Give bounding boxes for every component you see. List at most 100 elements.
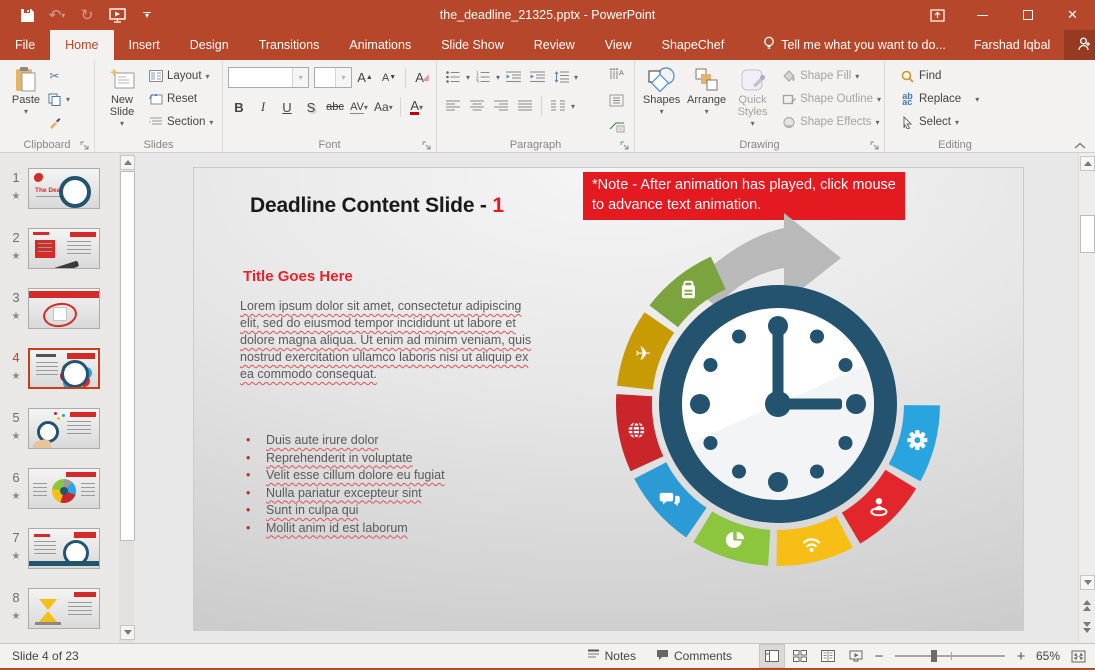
share-button[interactable]: Share — [1064, 30, 1095, 60]
section-button[interactable]: Section▾ — [148, 112, 213, 132]
slide-thumbnail-5[interactable] — [28, 408, 100, 449]
tab-transitions[interactable]: Transitions — [244, 30, 335, 60]
clipboard-dialog-launcher[interactable] — [80, 139, 91, 150]
text-shadow-button[interactable]: S — [300, 97, 322, 117]
align-text-button[interactable] — [606, 90, 628, 110]
decrease-indent-button[interactable] — [502, 67, 524, 87]
convert-to-smartart-button[interactable] — [606, 116, 628, 136]
slide-indicator[interactable]: Slide 4 of 23 — [12, 644, 79, 668]
notes-button[interactable]: Notes — [578, 644, 645, 668]
collapse-ribbon-button[interactable] — [1074, 137, 1085, 148]
new-slide-button[interactable]: New Slide ▾ — [100, 64, 144, 138]
tell-me-box[interactable]: Tell me what you want to do... — [749, 30, 960, 60]
drawing-dialog-launcher[interactable] — [870, 139, 881, 150]
ribbon-display-options-icon[interactable] — [915, 0, 960, 30]
shapes-button[interactable]: Shapes ▾ — [640, 64, 683, 138]
font-color-button[interactable]: A▾ — [406, 97, 428, 117]
increase-font-size-button[interactable]: A▲ — [354, 68, 376, 88]
copy-button[interactable]: ▾ — [47, 89, 70, 109]
slide[interactable]: Deadline Content Slide - 1 *Note - After… — [194, 168, 1023, 630]
tab-review[interactable]: Review — [519, 30, 590, 60]
tab-home[interactable]: Home — [50, 30, 113, 60]
numbering-button[interactable]: 123 — [472, 67, 494, 87]
font-dialog-launcher[interactable] — [422, 139, 433, 150]
character-spacing-button[interactable]: AV▾ — [348, 97, 370, 117]
shape-effects-button[interactable]: Shape Effects▾ — [781, 112, 881, 132]
change-case-button[interactable]: Aa▾ — [372, 97, 395, 117]
zoom-out-button[interactable]: − — [871, 648, 887, 665]
align-right-button[interactable] — [490, 96, 512, 116]
slide-subtitle[interactable]: Title Goes Here — [243, 268, 353, 285]
tab-file[interactable]: File — [0, 30, 50, 60]
slide-title[interactable]: Deadline Content Slide - 1 — [250, 194, 504, 218]
slide-thumbnail-3[interactable] — [28, 288, 100, 329]
account-name[interactable]: Farshad Iqbal — [960, 30, 1064, 60]
italic-button[interactable]: I — [252, 97, 274, 117]
reset-button[interactable]: Reset — [148, 89, 213, 109]
text-direction-button[interactable]: A — [606, 64, 628, 84]
bullets-button[interactable] — [442, 67, 464, 87]
justify-button[interactable] — [514, 96, 536, 116]
undo-icon[interactable]: ↶▾ — [44, 2, 70, 28]
slide-thumbnail-1[interactable]: The Deadline — [28, 168, 100, 209]
main-scrollbar[interactable] — [1078, 153, 1095, 644]
font-name-combobox[interactable]: ▾ — [228, 67, 309, 88]
columns-button[interactable] — [547, 96, 569, 116]
slide-thumbnail-6[interactable] — [28, 468, 100, 509]
find-button[interactable]: Find — [900, 66, 979, 86]
tab-animations[interactable]: Animations — [334, 30, 426, 60]
quick-styles-button[interactable]: Quick Styles ▾ — [730, 64, 775, 138]
select-button[interactable]: Select▾ — [900, 112, 979, 132]
reading-view-button[interactable] — [815, 644, 841, 668]
slide-bullet-list[interactable]: Duis aute irure dolor Reprehenderit in v… — [240, 432, 445, 537]
font-size-combobox[interactable]: ▾ — [314, 67, 352, 88]
thumbnail-scrollbar[interactable] — [119, 153, 134, 644]
clear-formatting-button[interactable]: A◢ — [411, 68, 433, 88]
layout-button[interactable]: Layout▾ — [148, 66, 213, 86]
tab-insert[interactable]: Insert — [114, 30, 175, 60]
zoom-in-button[interactable]: + — [1013, 648, 1029, 665]
main-scrollbar-thumb[interactable] — [1080, 215, 1095, 253]
tab-shapechef[interactable]: ShapeChef — [647, 30, 740, 60]
thumbnail-scroll-down-icon[interactable] — [120, 625, 135, 640]
paragraph-dialog-launcher[interactable] — [620, 139, 631, 150]
customize-qat-icon[interactable]: ▾ — [134, 2, 160, 28]
align-center-button[interactable] — [466, 96, 488, 116]
fit-slide-to-window-button[interactable] — [1067, 644, 1089, 668]
cut-button[interactable]: ✂ — [47, 66, 70, 86]
tab-design[interactable]: Design — [175, 30, 244, 60]
underline-button[interactable]: U — [276, 97, 298, 117]
slide-sorter-button[interactable] — [787, 644, 813, 668]
comments-button[interactable]: Comments — [647, 644, 741, 668]
minimize-button[interactable] — [960, 0, 1005, 30]
normal-view-button[interactable] — [759, 644, 785, 668]
replace-button[interactable]: abac Replace▾ — [900, 89, 979, 109]
align-left-button[interactable] — [442, 96, 464, 116]
paste-button[interactable]: Paste ▾ — [5, 64, 47, 138]
slide-body-paragraph[interactable]: Lorem ipsum dolor sit amet, consectetur … — [240, 298, 534, 383]
tab-view[interactable]: View — [590, 30, 647, 60]
scroll-down-icon[interactable] — [1080, 575, 1095, 590]
shape-outline-button[interactable]: Shape Outline▾ — [781, 89, 881, 109]
slide-thumbnail-8[interactable] — [28, 588, 100, 629]
thumbnail-scrollbar-thumb[interactable] — [120, 171, 135, 541]
save-icon[interactable] — [14, 2, 40, 28]
previous-slide-button[interactable] — [1080, 596, 1093, 614]
redo-icon[interactable]: ↻ — [74, 2, 100, 28]
slide-thumbnail-7[interactable] — [28, 528, 100, 569]
slide-thumbnail-4-selected[interactable] — [28, 348, 100, 389]
thumbnail-scroll-up-icon[interactable] — [120, 155, 135, 170]
shape-fill-button[interactable]: Shape Fill▾ — [781, 66, 881, 86]
close-button[interactable]: ✕ — [1050, 0, 1095, 30]
increase-indent-button[interactable] — [526, 67, 548, 87]
arrange-button[interactable]: Arrange ▾ — [683, 64, 730, 138]
scroll-up-icon[interactable] — [1080, 156, 1095, 171]
zoom-slider[interactable] — [895, 655, 1005, 657]
tab-slide-show[interactable]: Slide Show — [426, 30, 519, 60]
slideshow-view-button[interactable] — [843, 644, 869, 668]
strikethrough-button[interactable]: abc — [324, 97, 346, 117]
bold-button[interactable]: B — [228, 97, 250, 117]
next-slide-button[interactable] — [1080, 618, 1093, 636]
maximize-button[interactable] — [1005, 0, 1050, 30]
clock-graphic[interactable]: ✈ — [578, 204, 978, 604]
